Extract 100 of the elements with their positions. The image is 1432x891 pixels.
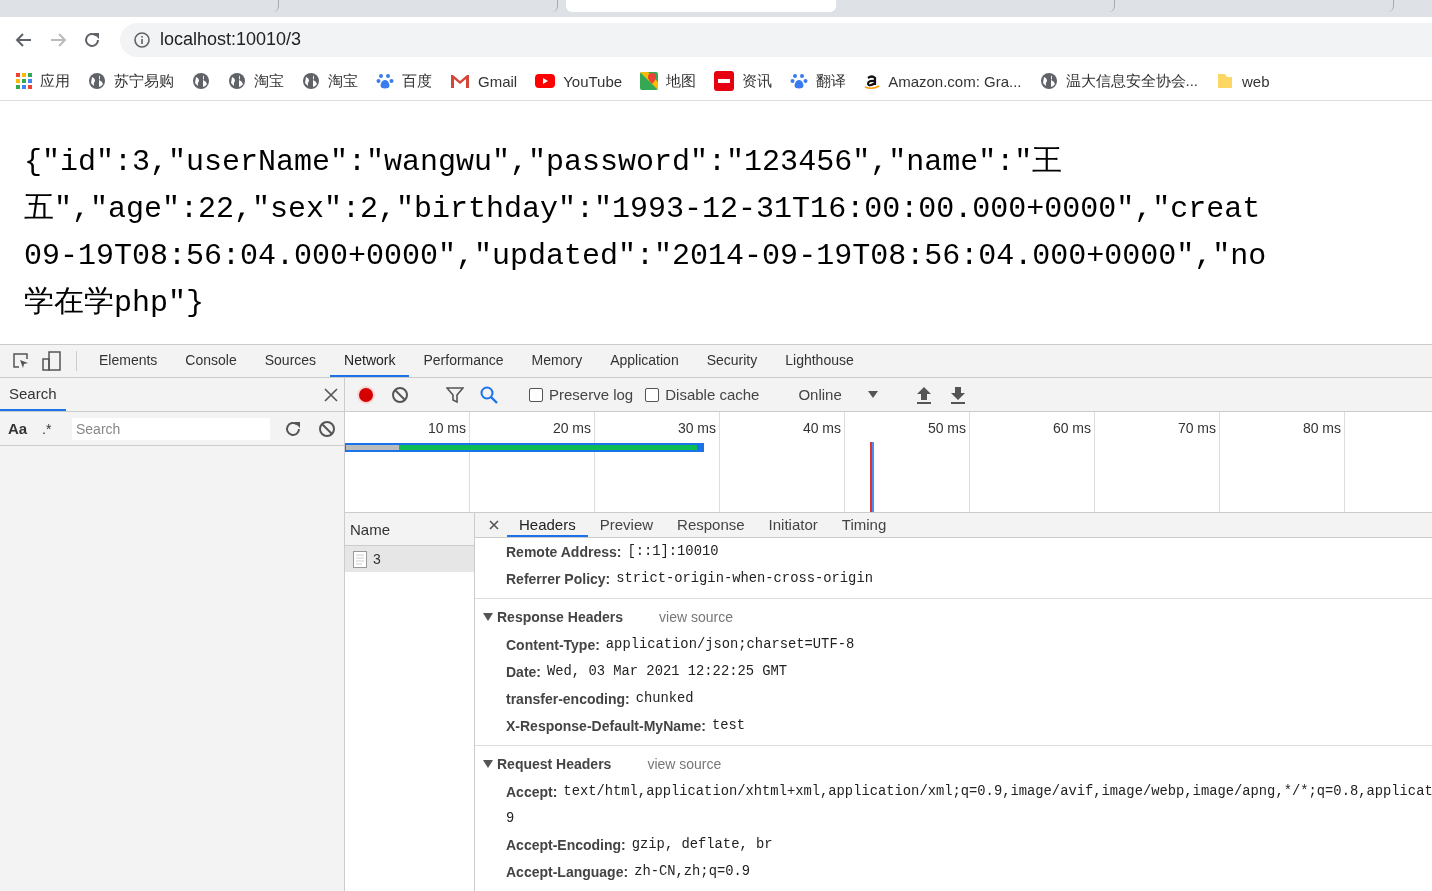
json-text-line: 09-19T08:56:04.000+0000","updated":"2014-09-19T08:56:04.000+0000","no: [24, 238, 1267, 275]
time-tick-label: 70 ms: [1177, 420, 1216, 436]
close-icon[interactable]: [489, 520, 499, 530]
mail-icon: [450, 73, 470, 89]
bookmark[interactable]: 翻译: [784, 71, 853, 91]
devtools-tab[interactable]: Lighthouse: [771, 345, 868, 377]
header-name: X-Response-Default-MyName:: [506, 717, 706, 734]
header-name: Remote Address:: [506, 543, 622, 560]
caret-icon: [868, 390, 879, 399]
globe-icon: [88, 72, 106, 90]
time-tick-label: 50 ms: [927, 420, 966, 436]
details-tab[interactable]: Timing: [829, 513, 899, 537]
header-name: Accept-Language:: [506, 863, 629, 880]
load-event-marker: [870, 442, 874, 512]
section-header[interactable]: Request Headers: [483, 756, 612, 772]
devtools-tab[interactable]: Memory: [517, 345, 597, 377]
address-bar[interactable]: localhost:10010/3: [120, 22, 1432, 57]
header-name: Content-Type:: [506, 636, 600, 653]
document-icon: [353, 550, 367, 568]
header-name: Accept:: [506, 783, 558, 800]
bookmark[interactable]: YouTube: [529, 72, 629, 90]
json-text-line: 五","age":22,"sex":2,"birthday":"1993-12-31T16:00:00.000+0000","creat: [24, 191, 1261, 228]
time-tick-label: 10 ms: [427, 420, 466, 436]
header-value: gzip, deflate, br: [631, 837, 773, 852]
paw-icon: [376, 72, 394, 90]
throttling-dropdown[interactable]: Online: [792, 386, 885, 403]
device-toolbar-icon[interactable]: [42, 351, 62, 371]
close-icon[interactable]: [324, 387, 338, 402]
bookmark[interactable]: Amazon.com: Gra...: [858, 72, 1028, 90]
regex-toggle[interactable]: .*: [42, 420, 64, 437]
info-icon: [134, 31, 150, 48]
column-header[interactable]: Name: [350, 520, 390, 538]
search-tab[interactable]: Search: [0, 378, 66, 411]
folder-icon: [1216, 72, 1234, 90]
bookmark[interactable]: 资讯: [708, 71, 779, 91]
apps-grid-icon: [16, 73, 32, 89]
bookmark[interactable]: 百度: [370, 71, 438, 91]
clear-icon[interactable]: [391, 385, 409, 404]
time-tick-label: 40 ms: [802, 420, 841, 436]
preserve-log-label: Preserve log: [549, 386, 634, 403]
reload-icon[interactable]: [83, 30, 101, 49]
upload-icon[interactable]: [916, 385, 933, 404]
bookmark[interactable]: 应用: [10, 71, 76, 91]
details-tab[interactable]: Headers: [507, 513, 588, 537]
time-tick-label: 80 ms: [1302, 420, 1341, 436]
header-name: transfer-encoding:: [506, 690, 630, 707]
devtools-tab[interactable]: Elements: [85, 345, 172, 377]
download-icon[interactable]: [950, 385, 967, 404]
details-tab[interactable]: Initiator: [756, 513, 830, 537]
header-value: Wed, 03 Mar 2021 12:22:25 GMT: [547, 664, 788, 679]
devtools-tab[interactable]: Console: [171, 345, 251, 377]
devtools-tab[interactable]: Application: [596, 345, 693, 377]
devtools-tab[interactable]: Performance: [409, 345, 518, 377]
header-value: 9: [506, 810, 515, 826]
bookmark[interactable]: 地图: [634, 71, 703, 91]
header-value: chunked: [635, 691, 694, 706]
caret-icon: [483, 760, 493, 768]
json-text-line: 学在学php"}: [24, 285, 204, 322]
header-name: Referrer Policy:: [506, 570, 611, 587]
header-value: application/json;charset=UTF-8: [605, 637, 855, 652]
map-pin-icon: [640, 72, 659, 90]
time-tick-label: 30 ms: [677, 420, 716, 436]
time-tick-label: 60 ms: [1052, 420, 1091, 436]
details-tab[interactable]: Preview: [587, 513, 666, 537]
refresh-icon[interactable]: [284, 419, 302, 438]
request-row[interactable]: 3: [345, 546, 474, 572]
caret-icon: [483, 613, 493, 621]
header-name: Accept-Encoding:: [506, 836, 626, 853]
inspect-icon[interactable]: [12, 352, 30, 370]
globe-icon: [192, 72, 210, 90]
paw-icon: [790, 72, 809, 90]
header-value: zh-CN,zh;q=0.9: [634, 864, 751, 879]
header-value: test: [711, 718, 746, 733]
disable-cache-checkbox[interactable]: [645, 387, 660, 402]
news-icon: [714, 71, 735, 91]
play-icon: [535, 74, 556, 88]
bookmark[interactable]: 苏宁易购: [82, 71, 180, 91]
json-text-line: {"id":3,"userName":"wangwu","password":"123456","name":"王: [24, 144, 1063, 181]
bookmark[interactable]: Gmail: [444, 72, 524, 90]
details-tab[interactable]: Response: [665, 513, 757, 537]
section-header[interactable]: Response Headers: [483, 609, 624, 625]
search-field[interactable]: Search: [72, 417, 270, 440]
bookmark[interactable]: 淘宝: [296, 71, 364, 91]
url-text: localhost:10010/3: [160, 29, 302, 50]
header-value: text/html,application/xhtml+xml,application/xml;q=0.9,image/avif,image/webp,image/apng,*/*;q=0.8,applicat: [563, 784, 1432, 799]
devtools-tab[interactable]: Security: [692, 345, 772, 377]
disable-cache-label: Disable cache: [665, 386, 760, 403]
bookmark[interactable]: 淘宝: [222, 71, 290, 91]
preserve-log-checkbox[interactable]: [529, 387, 543, 402]
devtools-tab[interactable]: Sources: [250, 345, 331, 377]
time-tick-label: 20 ms: [552, 420, 591, 436]
view-source-link[interactable]: view source: [647, 756, 722, 772]
view-source-link[interactable]: view source: [659, 609, 733, 625]
bookmark[interactable]: web: [1210, 72, 1276, 90]
globe-icon: [1039, 72, 1058, 90]
bookmark[interactable]: 温大信息安全协会...: [1033, 71, 1204, 91]
clear-icon[interactable]: [318, 419, 336, 438]
header-name: Date:: [506, 663, 541, 680]
back-icon[interactable]: [15, 30, 33, 49]
match-case-toggle[interactable]: Aa: [8, 420, 34, 437]
